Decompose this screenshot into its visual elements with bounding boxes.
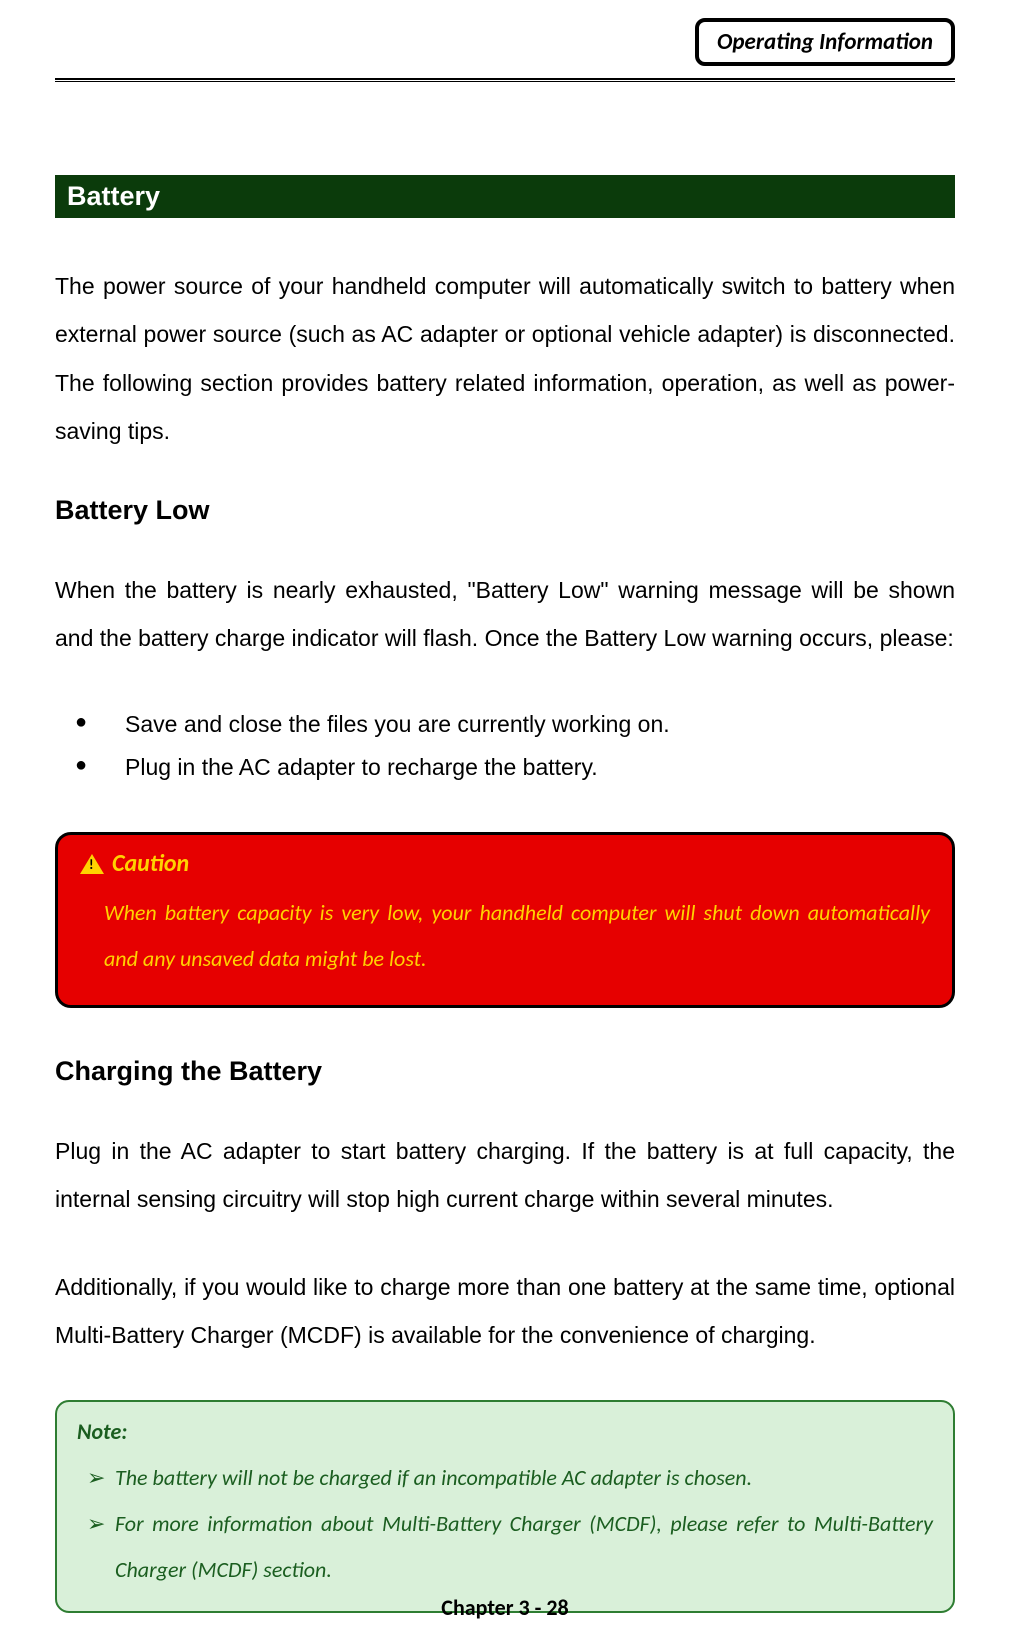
- list-item: The battery will not be charged if an in…: [87, 1455, 933, 1501]
- intro-paragraph: The power source of your handheld comput…: [55, 262, 955, 455]
- note-title: Note:: [77, 1418, 933, 1445]
- section-title: Battery: [67, 181, 160, 211]
- caution-title: Caution: [112, 849, 189, 878]
- footer-text: Chapter 3 - 28: [441, 1594, 568, 1621]
- list-item: For more information about Multi-Battery…: [87, 1501, 933, 1593]
- caution-body: When battery capacity is very low, your …: [80, 890, 930, 982]
- header-tab: Operating Information: [695, 18, 955, 66]
- list-item: Save and close the files you are current…: [95, 703, 955, 747]
- section-title-bar: Battery: [55, 175, 955, 218]
- caution-box: Caution When battery capacity is very lo…: [55, 832, 955, 1007]
- header-divider: [55, 78, 955, 82]
- header-tab-label: Operating Information: [717, 28, 933, 56]
- charging-para-1: Plug in the AC adapter to start battery …: [55, 1127, 955, 1224]
- battery-low-bullets: Save and close the files you are current…: [55, 703, 955, 790]
- page-content: Battery The power source of your handhel…: [55, 0, 955, 1613]
- note-list: The battery will not be charged if an in…: [77, 1455, 933, 1594]
- note-box: Note: The battery will not be charged if…: [55, 1400, 955, 1614]
- warning-icon: [80, 854, 104, 874]
- list-item: Plug in the AC adapter to recharge the b…: [95, 746, 955, 790]
- battery-low-paragraph: When the battery is nearly exhausted, "B…: [55, 566, 955, 663]
- caution-header: Caution: [80, 849, 930, 878]
- page-footer: Chapter 3 - 28: [0, 1594, 1010, 1621]
- charging-heading: Charging the Battery: [55, 1056, 955, 1087]
- charging-para-2: Additionally, if you would like to charg…: [55, 1263, 955, 1360]
- battery-low-heading: Battery Low: [55, 495, 955, 526]
